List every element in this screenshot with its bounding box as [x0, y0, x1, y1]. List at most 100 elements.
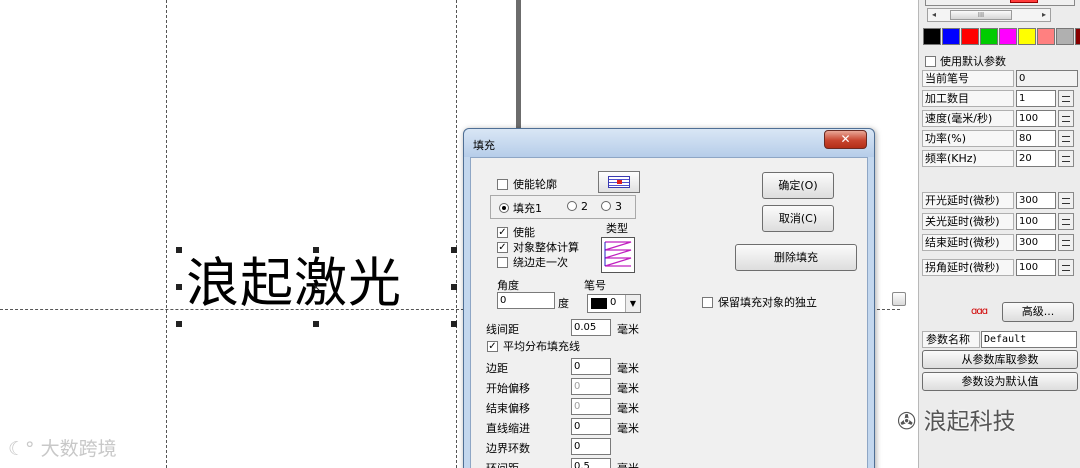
- scroll-left-icon[interactable]: ◂: [928, 9, 940, 21]
- param-value-field[interactable]: 100: [1016, 213, 1056, 230]
- param-name-field[interactable]: Default: [981, 331, 1077, 348]
- pen-color-swatch-4[interactable]: [999, 28, 1017, 45]
- guide-line-vertical-right: [456, 0, 457, 468]
- walk-edge-once-checkbox[interactable]: 绕边走一次: [497, 254, 568, 270]
- selection-handle-ml[interactable]: [176, 284, 182, 290]
- fill-param-input[interactable]: 0: [571, 418, 611, 435]
- fill-param-input[interactable]: 0: [571, 358, 611, 375]
- close-button[interactable]: ✕: [824, 130, 867, 149]
- selection-handle-bm[interactable]: [313, 321, 319, 327]
- ok-button[interactable]: 确定(O): [762, 172, 834, 199]
- fill-param-label: 结束偏移: [486, 402, 530, 415]
- fill-param-label: 直线缩进: [486, 422, 530, 435]
- checkbox-box[interactable]: ✓: [497, 226, 508, 238]
- watermark-logo-icon: ☾°: [8, 438, 35, 460]
- param-value-field[interactable]: 300: [1016, 234, 1056, 251]
- fill-tab-3-radio[interactable]: 3: [601, 200, 622, 213]
- load-from-library-button[interactable]: 从参数库取参数: [922, 350, 1078, 369]
- line-spacing-unit: 毫米: [617, 323, 639, 336]
- selection-handle-bl[interactable]: [176, 321, 182, 327]
- pen-color-swatch-2[interactable]: [961, 28, 979, 45]
- param-value-field[interactable]: 100: [1016, 259, 1056, 276]
- param-label: 拐角延时(微秒): [922, 259, 1014, 276]
- pen-list-scrollbar[interactable]: ◂ III ▸: [927, 8, 1051, 22]
- selection-handle-tm[interactable]: [313, 247, 319, 253]
- pen-color-swatch-1[interactable]: [942, 28, 960, 45]
- checkbox-box[interactable]: ✓: [497, 241, 508, 253]
- radio-dot[interactable]: [601, 201, 611, 211]
- selection-handle-tl[interactable]: [176, 247, 182, 253]
- line-spacing-input[interactable]: 0.05: [571, 319, 611, 336]
- param-spinner[interactable]: [1058, 234, 1074, 251]
- param-spinner[interactable]: [1058, 259, 1074, 276]
- param-spinner[interactable]: [1058, 110, 1074, 127]
- param-value-field[interactable]: 100: [1016, 110, 1056, 127]
- checkbox-box[interactable]: [702, 296, 713, 308]
- fill-tab-1-radio[interactable]: 填充1: [499, 200, 542, 216]
- fill-param-input[interactable]: 0: [571, 438, 611, 455]
- pen-color-swatch-7[interactable]: [1056, 28, 1074, 45]
- fill-param-unit: 毫米: [617, 362, 639, 375]
- checkbox-box[interactable]: [497, 256, 508, 268]
- outline-pen-button[interactable]: [598, 171, 640, 193]
- param-value-field[interactable]: 80: [1016, 130, 1056, 147]
- param-value-field[interactable]: 300: [1016, 192, 1056, 209]
- splitter-bar[interactable]: [516, 0, 521, 130]
- keep-fill-independent-checkbox[interactable]: 保留填充对象的独立: [702, 294, 817, 310]
- canvas-scroll-knob[interactable]: [892, 292, 906, 306]
- enable-fill-checkbox[interactable]: ✓ 使能: [497, 224, 535, 240]
- delete-fill-button[interactable]: 删除填充: [735, 244, 857, 271]
- line-spacing-label: 线间距: [486, 323, 519, 336]
- pen-color-swatch-8[interactable]: [1075, 28, 1080, 45]
- fill-param-input[interactable]: 0.5: [571, 458, 611, 468]
- param-value-field: 0: [1016, 70, 1078, 87]
- radio-dot[interactable]: [567, 201, 577, 211]
- fill-param-unit: 毫米: [617, 422, 639, 435]
- selected-text-object[interactable]: 浪起激光: [186, 248, 402, 320]
- dialog-titlebar[interactable]: 填充 ✕: [464, 129, 874, 157]
- chevron-down-icon[interactable]: ▼: [625, 295, 640, 312]
- parameter-panel: ◂ III ▸ 使用默认参数 当前笔号 0 加工数目 1 速度(毫米/秒) 100 功率(%…: [897, 0, 1080, 468]
- scroll-right-icon[interactable]: ▸: [1038, 9, 1050, 21]
- param-label: 开光延时(微秒): [922, 192, 1014, 209]
- advanced-button[interactable]: 高级...: [1002, 302, 1074, 322]
- pen-color-swatch-6[interactable]: [1037, 28, 1055, 45]
- cancel-button[interactable]: 取消(C): [762, 205, 834, 232]
- checkbox-box[interactable]: [925, 55, 936, 67]
- param-spinner[interactable]: [1058, 150, 1074, 167]
- pen-color-swatch-3[interactable]: [980, 28, 998, 45]
- selection-handle-tr[interactable]: [451, 247, 457, 253]
- pen-color-swatches: [923, 28, 1080, 45]
- fill-tab-2-radio[interactable]: 2: [567, 200, 588, 213]
- radio-dot[interactable]: [499, 203, 509, 213]
- checkbox-box[interactable]: [497, 178, 508, 190]
- pen-color-swatch-5[interactable]: [1018, 28, 1036, 45]
- pen-list-strip[interactable]: [925, 0, 1075, 6]
- scroll-thumb[interactable]: III: [950, 10, 1012, 20]
- advanced-settings-icon[interactable]: ɑɑɑ: [971, 306, 997, 318]
- set-as-default-button[interactable]: 参数设为默认值: [922, 372, 1078, 391]
- whole-object-calc-checkbox[interactable]: ✓ 对象整体计算: [497, 239, 579, 255]
- pen-color-swatch-0[interactable]: [923, 28, 941, 45]
- enable-outline-checkbox[interactable]: 使能轮廓: [497, 176, 557, 192]
- param-name-label: 参数名称: [922, 331, 980, 348]
- param-value-field[interactable]: 20: [1016, 150, 1056, 167]
- avg-distribute-checkbox[interactable]: ✓ 平均分布填充线: [487, 338, 580, 354]
- param-spinner[interactable]: [1058, 130, 1074, 147]
- selection-handle-mr[interactable]: [451, 284, 457, 290]
- pen-label: 笔号: [584, 279, 606, 292]
- checkbox-box[interactable]: ✓: [487, 340, 498, 352]
- fill-type-button[interactable]: [601, 237, 635, 273]
- param-value-field[interactable]: 1: [1016, 90, 1056, 107]
- use-default-params-checkbox[interactable]: 使用默认参数: [925, 53, 1006, 69]
- close-icon: ✕: [840, 132, 851, 146]
- selection-handle-br[interactable]: [451, 321, 457, 327]
- param-spinner[interactable]: [1058, 90, 1074, 107]
- param-label: 速度(毫米/秒): [922, 110, 1014, 127]
- pen-select[interactable]: 0 ▼: [587, 294, 641, 313]
- angle-input[interactable]: 0: [497, 292, 555, 309]
- pen-select-value: 0: [610, 297, 617, 308]
- param-label: 功率(%): [922, 130, 1014, 147]
- param-spinner[interactable]: [1058, 213, 1074, 230]
- param-spinner[interactable]: [1058, 192, 1074, 209]
